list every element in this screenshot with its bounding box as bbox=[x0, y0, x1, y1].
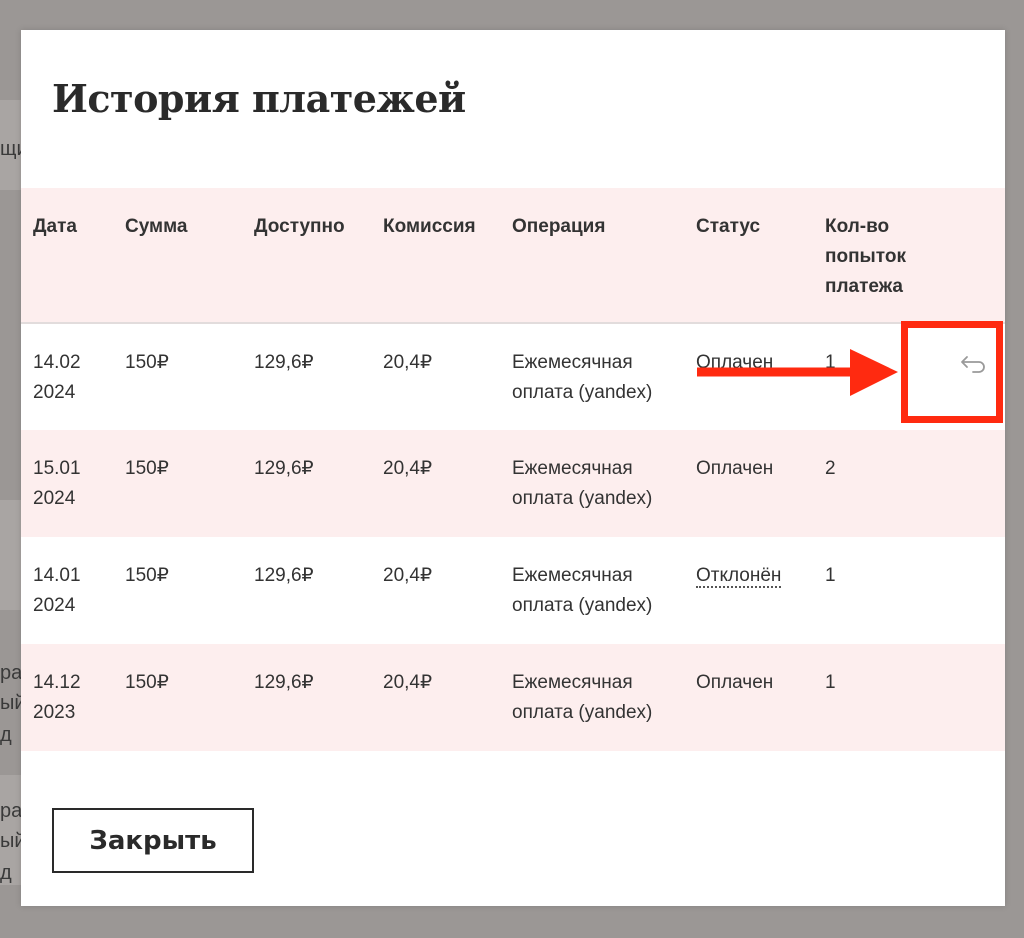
background-text: ый bbox=[0, 830, 22, 852]
cell-amount: 150₽ bbox=[113, 323, 242, 430]
cell-attempts: 1 bbox=[813, 537, 1005, 644]
table-header-row: Дата Сумма Доступно Комиссия Операция Ст… bbox=[21, 188, 1005, 324]
cell-attempts: 2 bbox=[813, 430, 1005, 537]
cell-amount: 150₽ bbox=[113, 430, 242, 537]
background-text: д bbox=[0, 862, 12, 884]
cell-fee: 20,4₽ bbox=[371, 537, 500, 644]
cell-date: 14.01 2024 bbox=[21, 537, 113, 644]
cell-attempts: 1 bbox=[813, 644, 1005, 751]
annotation-highlight-box bbox=[901, 321, 1003, 423]
cell-available: 129,6₽ bbox=[242, 644, 371, 751]
cell-status: Отклонён bbox=[684, 537, 813, 644]
cell-date: 15.01 2024 bbox=[21, 430, 113, 537]
cell-operation: Ежемесячная оплата (yandex) bbox=[500, 323, 684, 430]
table-row: 14.01 2024 150₽ 129,6₽ 20,4₽ Ежемесячная… bbox=[21, 537, 1005, 644]
cell-status: Оплачен bbox=[684, 323, 813, 430]
column-header-date: Дата bbox=[21, 188, 113, 324]
background-text: ый bbox=[0, 692, 22, 714]
background-text: ра bbox=[0, 662, 22, 684]
close-button[interactable]: Закрыть bbox=[52, 808, 254, 873]
cell-operation: Ежемесячная оплата (yandex) bbox=[500, 430, 684, 537]
column-header-operation: Операция bbox=[500, 188, 684, 324]
status-declined-tooltip-trigger[interactable]: Отклонён bbox=[696, 565, 782, 588]
table-row: 14.02 2024 150₽ 129,6₽ 20,4₽ Ежемесячная… bbox=[21, 323, 1005, 430]
attempts-value: 1 bbox=[825, 352, 836, 373]
modal-title: История платежей bbox=[52, 76, 466, 121]
background-text: д bbox=[0, 724, 12, 746]
cell-available: 129,6₽ bbox=[242, 430, 371, 537]
cell-date: 14.02 2024 bbox=[21, 323, 113, 430]
column-header-amount: Сумма bbox=[113, 188, 242, 324]
cell-operation: Ежемесячная оплата (yandex) bbox=[500, 537, 684, 644]
table-row: 15.01 2024 150₽ 129,6₽ 20,4₽ Ежемесячная… bbox=[21, 430, 1005, 537]
cell-date: 14.12 2023 bbox=[21, 644, 113, 751]
payment-history-modal: История платежей Дата Сумма Доступно Ком… bbox=[21, 30, 1005, 906]
payments-table: Дата Сумма Доступно Комиссия Операция Ст… bbox=[21, 188, 1005, 751]
column-header-attempts: Кол-во попыток платежа bbox=[813, 188, 1005, 324]
background-text: щи bbox=[0, 138, 22, 160]
cell-fee: 20,4₽ bbox=[371, 430, 500, 537]
column-header-available: Доступно bbox=[242, 188, 371, 324]
table-row: 14.12 2023 150₽ 129,6₽ 20,4₽ Ежемесячная… bbox=[21, 644, 1005, 751]
cell-available: 129,6₽ bbox=[242, 323, 371, 430]
column-header-status: Статус bbox=[684, 188, 813, 324]
cell-amount: 150₽ bbox=[113, 537, 242, 644]
cell-operation: Ежемесячная оплата (yandex) bbox=[500, 644, 684, 751]
cell-status: Оплачен bbox=[684, 430, 813, 537]
cell-fee: 20,4₽ bbox=[371, 644, 500, 751]
background-panel bbox=[0, 500, 22, 610]
background-text: ра bbox=[0, 800, 22, 822]
cell-fee: 20,4₽ bbox=[371, 323, 500, 430]
cell-status: Оплачен bbox=[684, 644, 813, 751]
cell-amount: 150₽ bbox=[113, 644, 242, 751]
column-header-fee: Комиссия bbox=[371, 188, 500, 324]
cell-available: 129,6₽ bbox=[242, 537, 371, 644]
